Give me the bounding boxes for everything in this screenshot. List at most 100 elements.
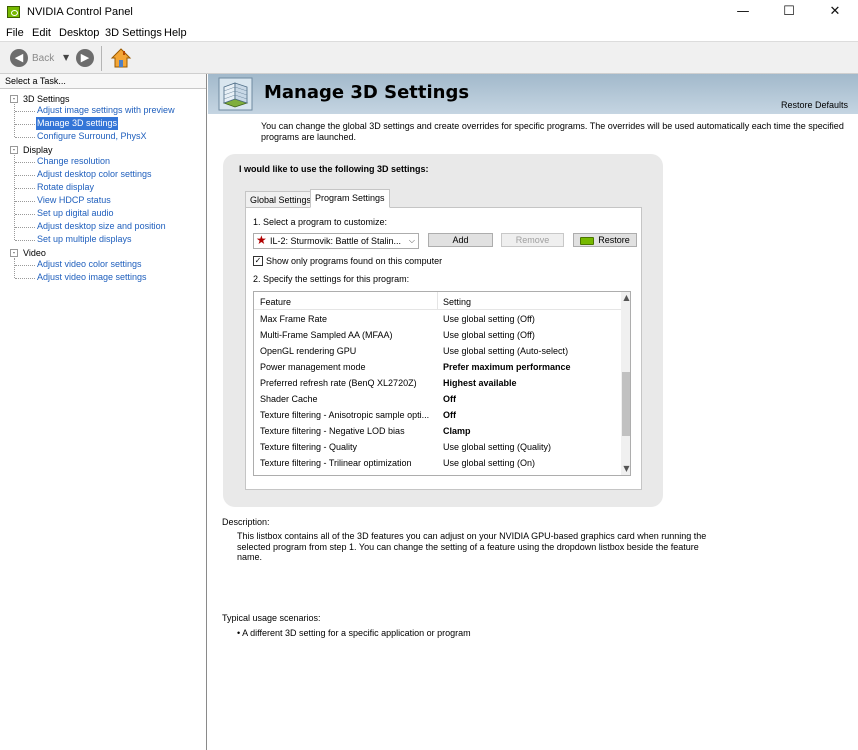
program-select[interactable]: ★ IL-2: Sturmovik: Battle of Stalin... ⌵	[253, 233, 419, 249]
scroll-down-icon[interactable]: ▼	[621, 463, 630, 475]
close-button[interactable]: ✕	[812, 0, 858, 24]
feature-setting[interactable]: Prefer maximum performance	[443, 362, 571, 372]
forward-button[interactable]: ▶	[76, 49, 94, 67]
minimize-button[interactable]: —	[720, 0, 766, 24]
tree-connector	[15, 240, 35, 241]
feature-name: Texture filtering - Negative LOD bias	[260, 426, 405, 436]
scroll-up-icon[interactable]: ▲	[621, 292, 630, 304]
menu-help[interactable]: Help	[164, 27, 187, 39]
collapse-toggle-icon[interactable]: -	[10, 95, 18, 103]
toolbar-separator	[101, 46, 102, 71]
list-row[interactable]: Texture filtering - Quality Use global s…	[254, 439, 621, 455]
menu-file[interactable]: File	[6, 27, 24, 39]
tree-connector	[14, 104, 15, 137]
list-row[interactable]: Shader Cache Off	[254, 391, 621, 407]
settings-panel: I would like to use the following 3D set…	[223, 154, 663, 507]
usage-item-text: A different 3D setting for a specific ap…	[242, 628, 471, 638]
column-header-setting[interactable]: Setting	[443, 297, 471, 307]
sidebar-item-video-image[interactable]: Adjust video image settings	[37, 271, 147, 284]
show-only-checkbox[interactable]: ✓	[253, 256, 263, 266]
sidebar-item-desktop-color[interactable]: Adjust desktop color settings	[37, 168, 152, 181]
sidebar-item-digital-audio[interactable]: Set up digital audio	[37, 207, 114, 220]
feature-name: Texture filtering - Anisotropic sample o…	[260, 410, 430, 420]
feature-setting[interactable]: Clamp	[443, 426, 471, 436]
sidebar-item-desktop-size[interactable]: Adjust desktop size and position	[37, 220, 166, 233]
list-row[interactable]: Multi-Frame Sampled AA (MFAA) Use global…	[254, 327, 621, 343]
nvidia-restore-icon	[580, 236, 595, 245]
list-header: Feature Setting	[254, 292, 621, 310]
list-scrollbar[interactable]: ▲ ▼	[621, 292, 630, 475]
show-only-checkbox-label[interactable]: Show only programs found on this compute…	[266, 256, 442, 266]
feature-setting[interactable]: Use global setting (Quality)	[443, 442, 551, 452]
tree-connector	[15, 162, 35, 163]
program-settings-tab-content: 1. Select a program to customize: ★ IL-2…	[245, 207, 642, 490]
feature-setting[interactable]: Use global setting (Off)	[443, 314, 535, 324]
remove-button[interactable]: Remove	[501, 233, 564, 247]
list-row[interactable]: Texture filtering - Anisotropic sample o…	[254, 407, 621, 423]
toolbar: ◀ Back ▼ ▶	[0, 41, 858, 74]
task-pane-header: Select a Task...	[0, 74, 206, 89]
feature-name: Preferred refresh rate (BenQ XL2720Z)	[260, 378, 417, 388]
back-label[interactable]: Back	[32, 53, 54, 64]
home-icon[interactable]	[110, 47, 132, 69]
feature-name: Max Frame Rate	[260, 314, 328, 324]
sidebar-item-multiple-displays[interactable]: Set up multiple displays	[37, 233, 132, 246]
history-dropdown-icon[interactable]: ▼	[63, 53, 69, 62]
sidebar-item-rotate-display[interactable]: Rotate display	[37, 181, 94, 194]
sidebar-item-configure-surround[interactable]: Configure Surround, PhysX	[37, 130, 147, 143]
feature-name: OpenGL rendering GPU	[260, 346, 357, 356]
program-select-value: IL-2: Sturmovik: Battle of Stalin...	[270, 236, 402, 246]
column-divider	[437, 292, 438, 310]
tree-connector	[14, 258, 15, 278]
tree-connector	[15, 227, 35, 228]
sidebar-item-hdcp-status[interactable]: View HDCP status	[37, 194, 111, 207]
menu-3d-settings[interactable]: 3D Settings	[105, 27, 162, 39]
feature-name: Multi-Frame Sampled AA (MFAA)	[260, 330, 393, 340]
restore-defaults-link[interactable]: Restore Defaults	[781, 100, 848, 110]
content-pane: Manage 3D Settings Restore Defaults You …	[208, 74, 858, 750]
arrow-right-icon: ▶	[80, 51, 90, 64]
feature-settings-list[interactable]: Feature Setting Max Frame Rate Use globa…	[253, 291, 631, 476]
scroll-thumb[interactable]	[622, 372, 630, 436]
list-row[interactable]: Texture filtering - Negative LOD bias Cl…	[254, 423, 621, 439]
menu-desktop[interactable]: Desktop	[59, 27, 99, 39]
task-pane: Select a Task... - 3D Settings Adjust im…	[0, 74, 207, 750]
tree-group-label[interactable]: Display	[23, 145, 53, 155]
sidebar-item-adjust-image-settings[interactable]: Adjust image settings with preview	[37, 104, 175, 117]
feature-setting[interactable]: Off	[443, 410, 456, 420]
maximize-button[interactable]: ☐	[766, 0, 812, 24]
step1-label: 1. Select a program to customize:	[253, 217, 388, 227]
column-header-feature[interactable]: Feature	[260, 297, 291, 307]
page-banner: Manage 3D Settings Restore Defaults	[208, 74, 858, 114]
arrow-left-icon: ◀	[14, 51, 24, 64]
feature-setting[interactable]: Highest available	[443, 378, 517, 388]
list-row[interactable]: OpenGL rendering GPU Use global setting …	[254, 343, 621, 359]
feature-setting[interactable]: Use global setting (Off)	[443, 330, 535, 340]
feature-setting[interactable]: Use global setting (Auto-select)	[443, 346, 568, 356]
tab-program-settings[interactable]: Program Settings	[310, 189, 390, 208]
feature-setting[interactable]: Use global setting (On)	[443, 458, 535, 468]
list-row[interactable]: Preferred refresh rate (BenQ XL2720Z) Hi…	[254, 375, 621, 391]
title-bar: NVIDIA Control Panel — ☐ ✕	[0, 0, 858, 24]
feature-setting[interactable]: Off	[443, 394, 456, 404]
collapse-toggle-icon[interactable]: -	[10, 146, 18, 154]
feature-name: Power management mode	[260, 362, 366, 372]
list-row[interactable]: Power management mode Prefer maximum per…	[254, 359, 621, 375]
tree-connector	[15, 188, 35, 189]
tree-group-label[interactable]: 3D Settings	[23, 94, 70, 104]
collapse-toggle-icon[interactable]: -	[10, 249, 18, 257]
sidebar-item-manage-3d-settings[interactable]: Manage 3D settings	[36, 117, 119, 130]
sidebar-item-change-resolution[interactable]: Change resolution	[37, 155, 110, 168]
restore-button[interactable]: Restore	[573, 233, 637, 247]
sidebar-item-video-color[interactable]: Adjust video color settings	[37, 258, 142, 271]
tree-group-label[interactable]: Video	[23, 248, 46, 258]
tree-connector	[15, 278, 35, 279]
menu-edit[interactable]: Edit	[32, 27, 51, 39]
add-button[interactable]: Add	[428, 233, 493, 247]
back-button[interactable]: ◀	[10, 49, 28, 67]
list-row[interactable]: Max Frame Rate Use global setting (Off)	[254, 311, 621, 327]
window-title: NVIDIA Control Panel	[27, 6, 133, 18]
usage-label: Typical usage scenarios:	[222, 613, 321, 623]
tab-global-settings[interactable]: Global Settings	[245, 191, 317, 208]
list-row[interactable]: Texture filtering - Trilinear optimizati…	[254, 455, 621, 471]
